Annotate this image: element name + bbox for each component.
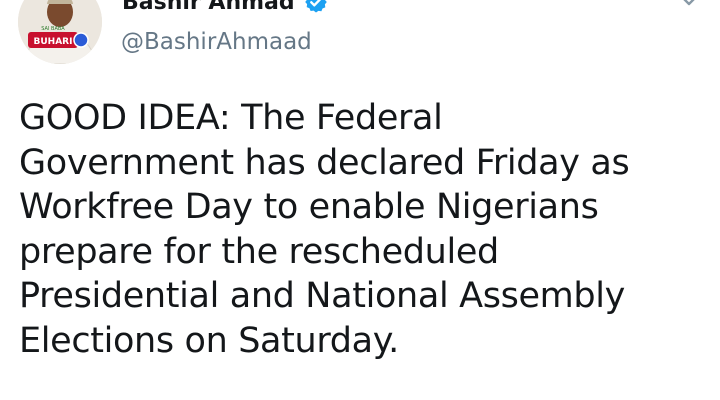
tweet-header: BUHARI SAI BABA Bashir Ahmad @BashirAhma… (0, 0, 720, 80)
avatar-image: BUHARI SAI BABA (18, 0, 102, 64)
avatar-badge-small-text: SAI BABA (41, 26, 65, 32)
display-name[interactable]: Bashir Ahmad (122, 0, 295, 18)
avatar-badge-text: BUHARI (34, 37, 73, 47)
tweet-text-line: prepare for the rescheduled (19, 231, 499, 272)
user-handle[interactable]: @BashirAhmaad (121, 26, 312, 58)
tweet-text: GOOD IDEA: The Federal Government has de… (19, 96, 699, 363)
tweet-text-line: GOOD IDEA: The Federal (19, 98, 443, 138)
chevron-down-icon[interactable] (678, 0, 700, 10)
tweet-text-line: Presidential and National Assembly (19, 276, 626, 316)
tweet-text-line: Workfree Day to enable Nigerians (19, 187, 599, 227)
tweet-text-line: Government has declared Friday as (19, 142, 630, 183)
tweet-text-line: Elections on Saturday. (19, 320, 399, 361)
verified-badge-icon (305, 0, 327, 13)
avatar[interactable]: BUHARI SAI BABA (18, 0, 102, 64)
